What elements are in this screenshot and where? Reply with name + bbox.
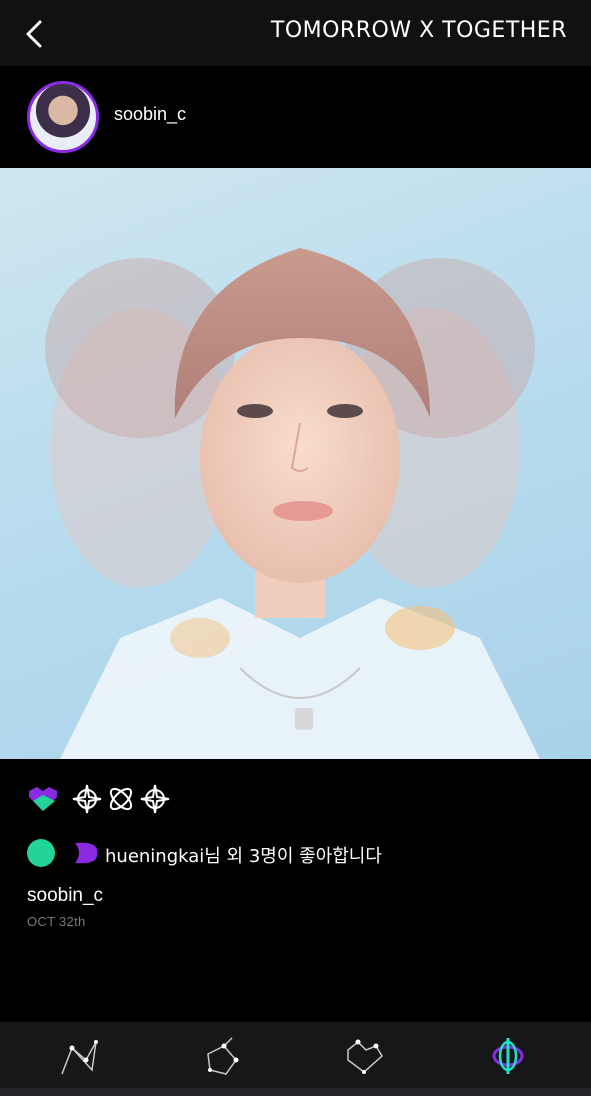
nav-item-1[interactable] [56,1034,104,1078]
likes-text: hueningkai님 외 3명이 좋아합니다 [105,846,382,867]
heart-icon [29,787,57,811]
post-date: OCT 32th [27,914,86,929]
atom-button[interactable] [105,783,137,815]
constellation-1-icon [61,1040,98,1075]
nav-item-2[interactable] [198,1034,246,1078]
constellation-3-icon [347,1039,383,1074]
nav-item-4[interactable] [484,1034,532,1078]
post-photo[interactable] [0,168,591,759]
caption-username[interactable]: soobin_c [27,885,103,907]
avatar[interactable] [27,81,99,153]
likes-row[interactable]: hueningkai님 외 3명이 좋아합니다 [27,837,567,869]
nav-item-3[interactable] [340,1034,388,1078]
brand-title: TOMORROW X TOGETHER [270,18,567,43]
sparkle-button-1[interactable] [71,783,103,815]
liker-avatar-green [27,839,55,867]
like-button[interactable] [27,783,59,815]
txt-logo-icon [492,1038,524,1074]
system-nav-strip [0,1088,591,1096]
back-button[interactable] [18,14,54,54]
sparkle-button-2[interactable] [139,783,171,815]
sparkle-constellation-icon-2 [140,784,170,814]
atom-constellation-icon [109,787,133,811]
bottom-nav [0,1022,591,1088]
liker-avatar-purple [75,842,98,864]
constellation-2-icon [207,1037,239,1075]
post-username[interactable]: soobin_c [114,104,186,125]
post-header: soobin_c [0,66,591,168]
top-bar: TOMORROW X TOGETHER [0,0,591,66]
chevron-left-icon [26,20,42,48]
sparkle-constellation-icon [72,784,102,814]
